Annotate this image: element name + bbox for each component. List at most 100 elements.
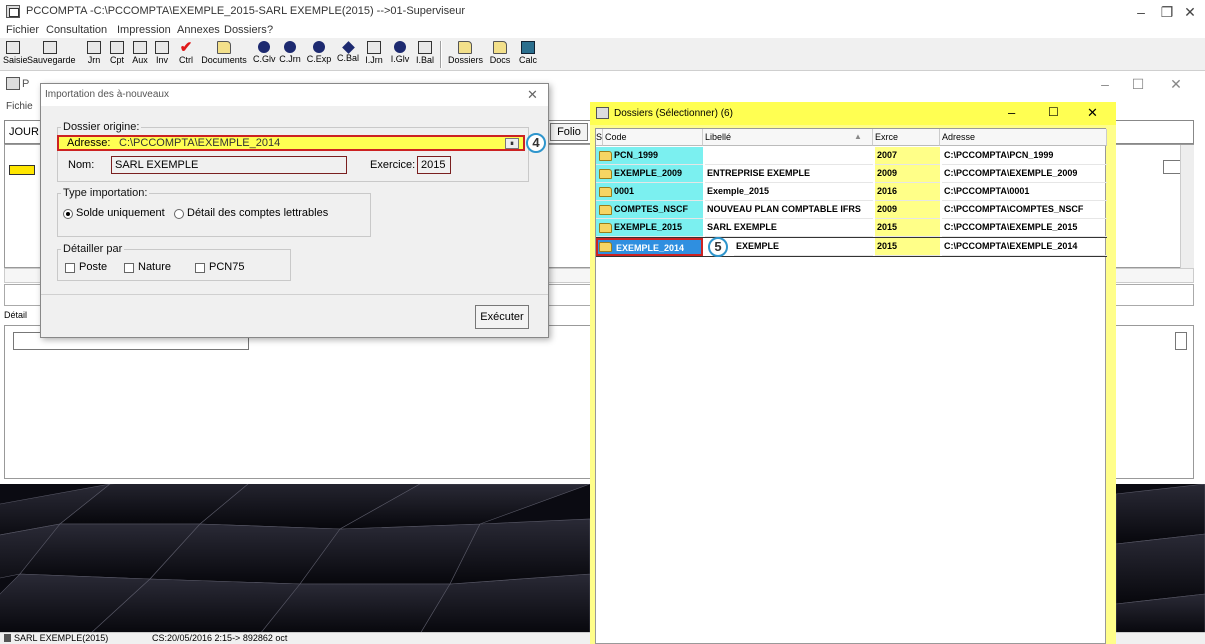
cell-adresse: C:\PCCOMPTA\EXEMPLE_2009 xyxy=(942,165,1107,183)
dialog-title: Importation des à-nouveaux xyxy=(45,89,169,100)
status-info: CS:20/05/2016 2:15-> 892862 oct xyxy=(152,633,288,643)
detail-tab[interactable]: Détail xyxy=(4,310,27,320)
cell-exrce: 2009 xyxy=(875,165,940,183)
detail-cell-end xyxy=(1175,332,1187,350)
dossiers-window: Dossiers (Sélectionner) (6) – ☐ ✕ Se Cod… xyxy=(590,102,1116,644)
execute-button[interactable]: Exécuter xyxy=(475,305,529,329)
column-header-adresse[interactable]: Adresse xyxy=(940,129,1107,146)
inner-minimize-button[interactable]: – xyxy=(1090,74,1120,94)
menu-consultation[interactable]: Consultation xyxy=(46,24,107,36)
menu-dossiers[interactable]: Dossiers xyxy=(224,24,267,36)
dossiers-grid[interactable]: Se Code Libellé ▲ Exrce Adresse PCN_1999… xyxy=(595,128,1107,644)
folder-icon xyxy=(217,41,231,54)
group-dossier-origine-label: Dossier origine: xyxy=(61,121,142,133)
toolbar-iglv[interactable]: I.Glv xyxy=(389,39,411,70)
row-cell xyxy=(1163,160,1181,174)
inner-maximize-button[interactable]: ☐ xyxy=(1123,74,1153,94)
menu-help[interactable]: ? xyxy=(267,24,273,36)
dialog-divider xyxy=(41,294,548,295)
toolbar-jrn[interactable]: Jrn xyxy=(86,39,102,70)
inner-close-button[interactable]: ✕ xyxy=(1161,74,1191,94)
table-row[interactable]: PCN_1999 2007 C:\PCCOMPTA\PCN_1999 xyxy=(596,147,1107,165)
adresse-row: Adresse: C:\PCCOMPTA\EXEMPLE_2014 ⏸ xyxy=(57,135,525,151)
dossiers-close-button[interactable]: ✕ xyxy=(1087,105,1098,121)
inner-menu-fichier[interactable]: Fichie xyxy=(6,101,33,112)
toolbar-aux[interactable]: Aux xyxy=(131,39,149,70)
cell-libelle: EXEMPLE xyxy=(734,238,873,256)
radio-solde[interactable] xyxy=(63,209,73,219)
toolbar-separator xyxy=(440,41,442,68)
cell-adresse: C:\PCCOMPTA\COMPTES_NSCF xyxy=(942,201,1107,219)
checkbox-nature-label[interactable]: Nature xyxy=(138,261,171,273)
cell-exrce: 2015 xyxy=(875,219,940,237)
dossiers-maximize-button[interactable]: ☐ xyxy=(1048,105,1059,119)
dossiers-minimize-button[interactable]: – xyxy=(1008,105,1015,120)
row-marker xyxy=(9,165,35,175)
close-button[interactable]: ✕ xyxy=(1175,2,1205,22)
checkbox-poste[interactable] xyxy=(65,263,75,273)
dialog-close-button[interactable]: ✕ xyxy=(527,87,538,103)
dossiers-app-icon xyxy=(596,107,609,119)
radio-detail[interactable] xyxy=(174,209,184,219)
toolbar-ibal[interactable]: I.Bal xyxy=(415,39,435,70)
toolbar-inv[interactable]: Inv xyxy=(153,39,171,70)
checkbox-pcn75[interactable] xyxy=(195,263,205,273)
menu-impression[interactable]: Impression xyxy=(117,24,171,36)
toolbar-docs[interactable]: Docs xyxy=(488,39,512,70)
cell-code: 0001 xyxy=(596,183,703,201)
vertical-scrollbar[interactable] xyxy=(1180,145,1194,269)
nom-label: Nom: xyxy=(68,159,95,171)
edit-icon xyxy=(6,41,20,54)
checkbox-pcn75-label[interactable]: PCN75 xyxy=(209,261,244,273)
folder-icon xyxy=(599,187,612,197)
toolbar-cbal[interactable]: C.Bal xyxy=(337,39,359,70)
save-icon xyxy=(42,41,57,54)
circle-c-icon xyxy=(258,41,270,53)
toolbar-saisie[interactable]: Saisie xyxy=(3,39,28,70)
nom-field[interactable]: SARL EXEMPLE xyxy=(111,156,347,174)
toolbar-cjrn[interactable]: C.Jrn xyxy=(279,39,301,70)
checkbox-poste-label[interactable]: Poste xyxy=(79,261,107,273)
toolbar-cpt[interactable]: Cpt xyxy=(108,39,126,70)
column-header-exrce[interactable]: Exrce xyxy=(873,129,940,146)
cell-exrce: 2007 xyxy=(875,147,940,165)
table-row[interactable]: COMPTES_NSCF NOUVEAU PLAN COMPTABLE IFRS… xyxy=(596,201,1107,219)
table-row[interactable]: EXEMPLE_2015 SARL EXEMPLE 2015 C:\PCCOMP… xyxy=(596,219,1107,237)
toolbar-ctrl[interactable]: ✔ Ctrl xyxy=(177,39,195,70)
toolbar-ijrn[interactable]: I.Jrn xyxy=(363,39,385,70)
adresse-label: Adresse: xyxy=(67,137,111,149)
toolbar-calc[interactable]: Calc xyxy=(518,39,538,70)
calculator-icon xyxy=(521,41,535,54)
column-header-libelle[interactable]: Libellé xyxy=(703,129,873,146)
toolbar-sauvegarde[interactable]: Sauvegarde xyxy=(27,39,76,70)
browse-button[interactable]: ⏸ xyxy=(505,138,519,149)
radio-detail-label[interactable]: Détail des comptes lettrables xyxy=(187,207,328,219)
menu-annexes[interactable]: Annexes xyxy=(177,24,220,36)
cell-code: EXEMPLE_2015 xyxy=(596,219,703,237)
menu-fichier[interactable]: Fichier xyxy=(6,24,39,36)
cell-code: PCN_1999 xyxy=(596,147,703,165)
cell-adresse: C:\PCCOMPTA\EXEMPLE_2014 xyxy=(942,238,1107,256)
toolbar-documents[interactable]: Documents xyxy=(201,39,247,70)
adresse-input[interactable]: C:\PCCOMPTA\EXEMPLE_2014 xyxy=(119,137,280,150)
folder-icon xyxy=(599,242,612,252)
exercice-field[interactable]: 2015 xyxy=(417,156,451,174)
toolbar-cglv[interactable]: C.Glv xyxy=(253,39,276,70)
folio-button[interactable]: Folio xyxy=(550,123,588,141)
cell-libelle: NOUVEAU PLAN COMPTABLE IFRS xyxy=(705,201,873,219)
group-type-importation-label: Type importation: xyxy=(61,187,150,199)
toolbar-cexp[interactable]: C.Exp xyxy=(306,39,332,70)
folder-icon xyxy=(458,41,472,54)
table-row[interactable]: 0001 Exemple_2015 2016 C:\PCCOMPTA\0001 xyxy=(596,183,1107,201)
toolbar-dossiers[interactable]: Dossiers xyxy=(448,39,483,70)
dialog-title-bar: Importation des à-nouveaux ✕ xyxy=(41,84,548,106)
checkbox-nature[interactable] xyxy=(124,263,134,273)
table-row[interactable]: EXEMPLE_2009 ENTREPRISE EXEMPLE 2009 C:\… xyxy=(596,165,1107,183)
folder-icon xyxy=(599,169,612,179)
column-header-code[interactable]: Code xyxy=(603,129,703,146)
table-row-selected[interactable]: EXEMPLE_2014 5 EXEMPLE 2015 C:\PCCOMPTA\… xyxy=(596,237,1107,257)
title-bar: PCCOMPTA -C:\PCCOMPTA\EXEMPLE_2015-SARL … xyxy=(0,0,1205,24)
radio-solde-label[interactable]: Solde uniquement xyxy=(76,207,165,219)
cell-adresse: C:\PCCOMPTA\PCN_1999 xyxy=(942,147,1107,165)
column-header-se[interactable]: Se xyxy=(596,129,603,146)
